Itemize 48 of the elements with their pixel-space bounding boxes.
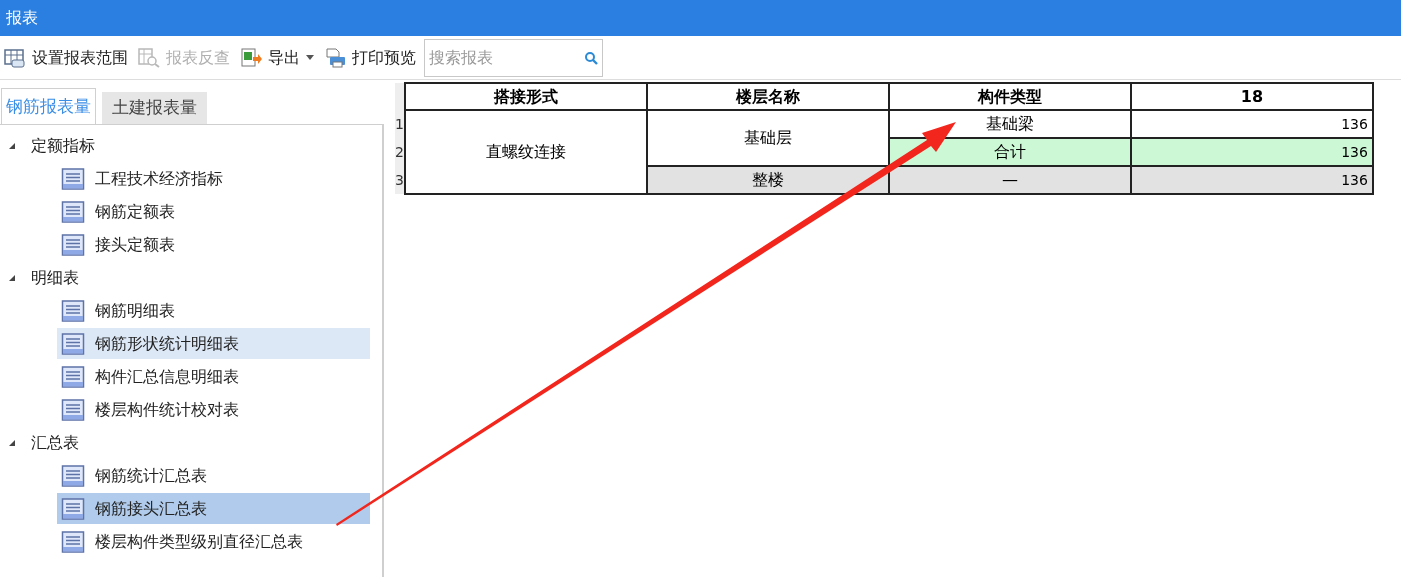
tree-item[interactable]: 工程技术经济指标 [57,163,370,194]
spreadsheet-export-icon [240,47,262,68]
search-field[interactable]: 搜索报表 [424,38,603,77]
search-icon [584,50,598,65]
search-input[interactable]: 搜索报表 [429,45,584,70]
tree-item[interactable]: 楼层构件类型级别直径汇总表 [57,526,370,557]
column-header: 搭接形式 [404,83,647,110]
column-header: 18 [1130,83,1373,110]
table-cell: 136 [1130,138,1373,166]
toolbar-button[interactable]: 导出 [238,41,316,74]
table-cell: 136 [1130,166,1373,194]
tree-group-label[interactable]: 定额指标 [31,133,95,158]
column-header: 楼层名称 [646,83,889,110]
row-number: 3 [395,166,405,194]
table-cell: 基础层 [646,110,889,166]
tab[interactable]: 土建报表量 [102,92,207,124]
row-number: 2 [395,138,405,166]
document-icon [61,529,85,554]
magnifier-icon [138,47,160,68]
tree-group-label[interactable]: 汇总表 [31,430,79,455]
toolbar-button[interactable]: 设置报表范围 [2,41,130,74]
table-cell: — [888,166,1131,194]
tree-item[interactable]: 钢筋统计汇总表 [57,460,370,491]
grid-icon [4,47,26,68]
row-number: 1 [395,110,405,138]
tree-item[interactable]: 楼层构件统计校对表 [57,394,370,425]
window-title: 报表 [6,7,38,29]
tree-item[interactable]: 钢筋形状统计明细表 [57,328,370,359]
tree-group-label[interactable]: 明细表 [31,265,79,290]
tree-item[interactable]: 接头定额表 [57,229,370,260]
table-cell: 直螺纹连接 [404,110,647,194]
document-icon [61,364,85,389]
document-icon [61,331,85,356]
column-header: 构件类型 [888,83,1131,110]
document-icon [61,463,85,488]
toolbar-button[interactable]: 打印预览 [322,41,418,74]
document-icon [61,232,85,257]
document-icon [61,397,85,422]
printer-icon [324,47,346,68]
document-icon [61,166,85,191]
tree-item[interactable]: 钢筋接头汇总表 [57,493,370,524]
tree-item[interactable]: 构件汇总信息明细表 [57,361,370,392]
document-icon [61,298,85,323]
document-icon [61,496,85,521]
table-cell: 136 [1130,110,1373,138]
document-icon [61,199,85,224]
tree-item[interactable]: 钢筋明细表 [57,295,370,326]
tree-item[interactable]: 钢筋定额表 [57,196,370,227]
